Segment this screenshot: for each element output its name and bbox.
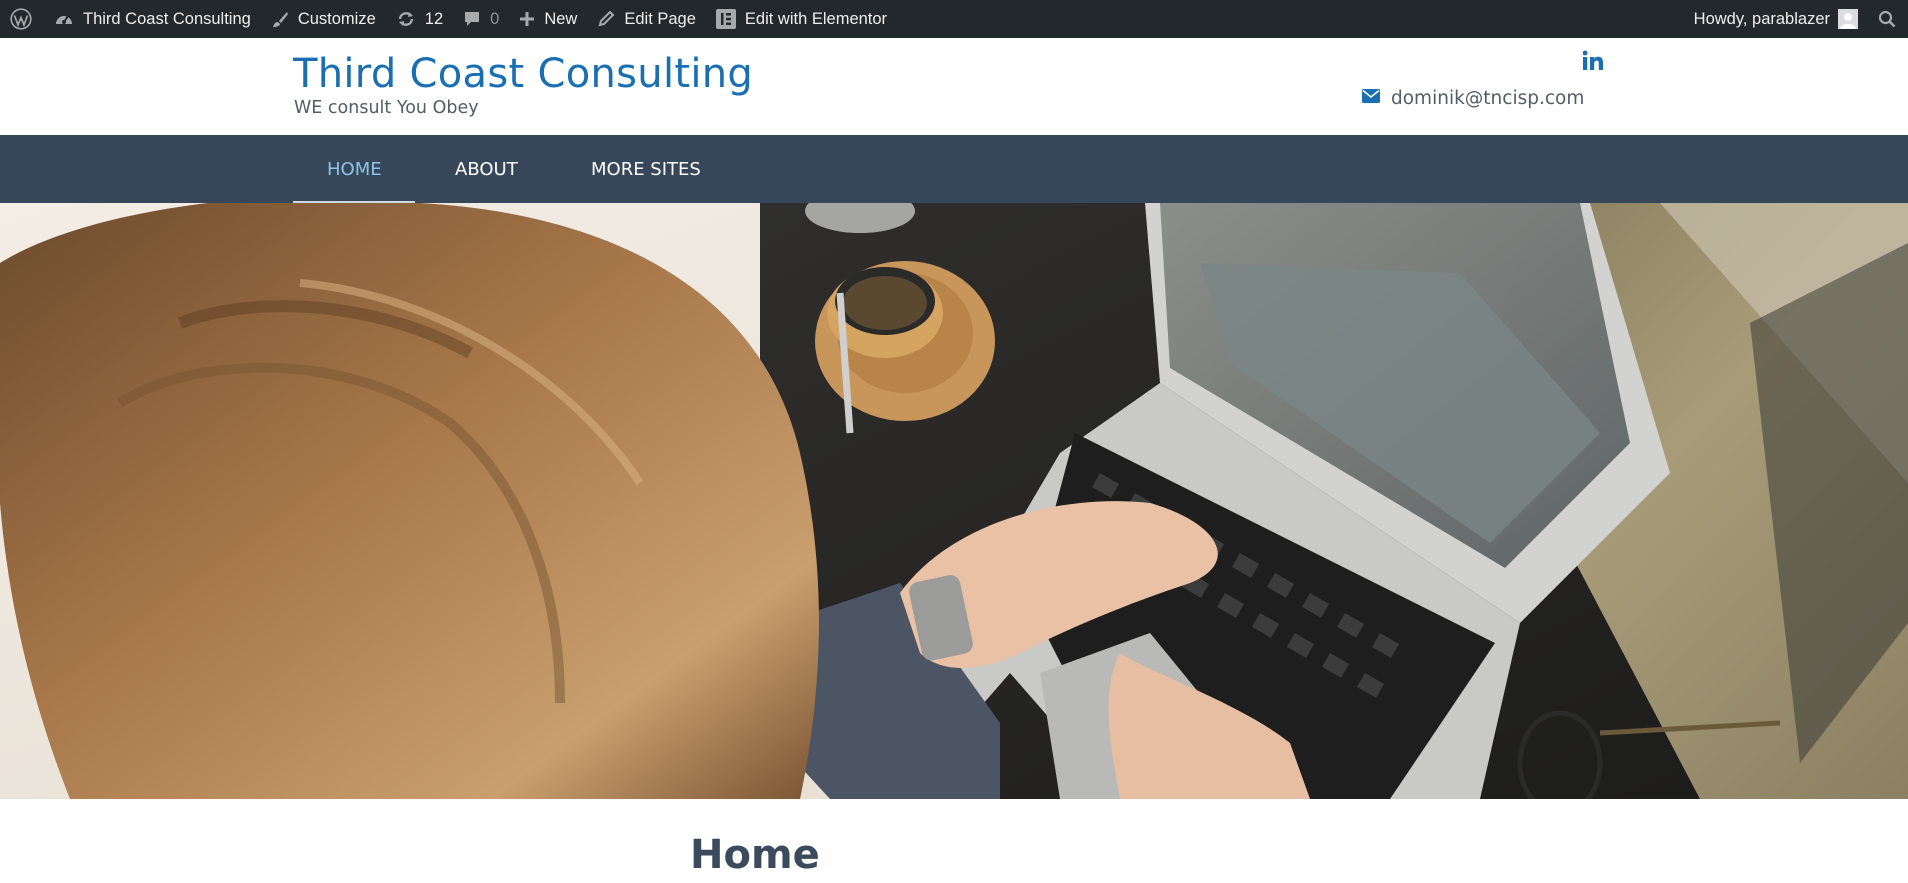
admin-search-button[interactable] [1872,0,1908,38]
main-navigation: HOME ABOUT MORE SITES [0,135,1908,203]
edit-page-label: Edit Page [624,9,696,28]
updates-count: 12 [424,9,444,28]
comment-bubble-icon [463,10,481,28]
edit-with-elementor-button[interactable]: Edit with Elementor [706,0,897,38]
site-name-label: Third Coast Consulting [83,9,251,28]
comments-count: 0 [490,9,500,28]
header-contact-email: dominik@tncisp.com [1362,88,1584,109]
updates-button[interactable]: 12 [386,0,453,38]
page-title: Home [690,832,820,878]
wordpress-logo-button[interactable] [0,0,44,38]
edit-page-button[interactable]: Edit Page [587,0,706,38]
site-header: Third Coast Consulting WE consult You Ob… [0,38,1908,135]
nav-item-home[interactable]: HOME [327,135,382,203]
new-label: New [544,9,578,28]
site-tagline: WE consult You Obey [294,98,479,118]
admin-bar-secondary: Howdy, parablazer [1684,0,1908,38]
new-content-button[interactable]: New [509,0,587,38]
pencil-icon [597,10,615,28]
customize-label: Customize [297,9,376,28]
avatar [1838,9,1858,29]
customize-button[interactable]: Customize [261,0,386,38]
my-account-menu[interactable]: Howdy, parablazer [1684,0,1872,38]
howdy-label: Howdy, parablazer [1693,9,1830,28]
wp-admin-bar: Third Coast Consulting Customize 12 0 Ne… [0,0,1908,38]
updates-refresh-icon [396,10,416,28]
dashboard-gauge-icon [54,10,74,28]
linkedin-icon[interactable] [1582,50,1604,77]
envelope-icon [1362,89,1380,108]
nav-item-more-sites[interactable]: MORE SITES [591,135,701,203]
wordpress-icon [10,8,32,30]
site-title[interactable]: Third Coast Consulting [293,51,753,97]
search-icon [1878,10,1896,28]
email-link[interactable]: dominik@tncisp.com [1391,88,1584,109]
hero-image [0,203,1908,799]
comments-button[interactable]: 0 [453,0,509,38]
elementor-icon [715,9,736,29]
site-name-menu[interactable]: Third Coast Consulting [44,0,261,38]
edit-elementor-label: Edit with Elementor [744,9,888,28]
paintbrush-icon [271,10,289,28]
plus-icon [519,11,535,27]
nav-item-about[interactable]: ABOUT [455,135,518,203]
